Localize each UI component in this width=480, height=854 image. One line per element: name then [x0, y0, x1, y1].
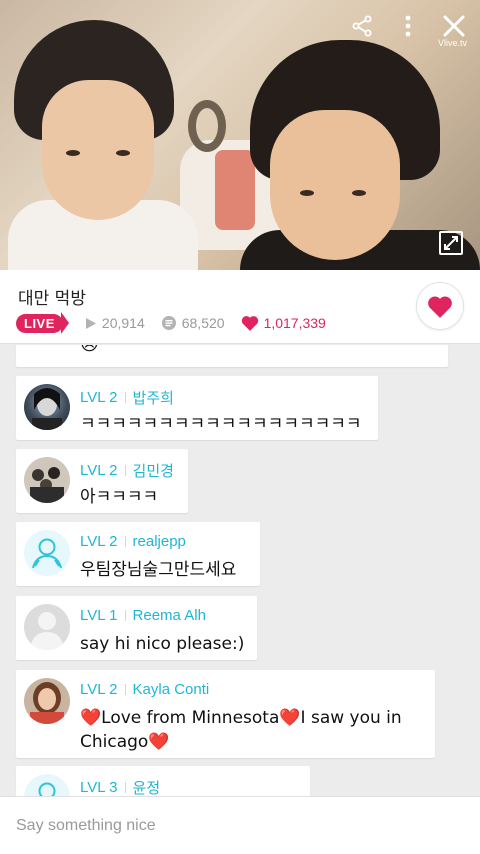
comment-input[interactable]: [0, 797, 480, 854]
default-avatar-icon[interactable]: [24, 774, 70, 796]
heart-icon: [428, 296, 452, 318]
chat-message-meta: LVL 2 Kayla Conti: [80, 681, 209, 698]
live-badge: LIVE: [16, 313, 63, 333]
avatar[interactable]: [24, 457, 70, 503]
like-button[interactable]: [416, 282, 464, 330]
chat-message-text: ㅋㅋㅋㅋㅋㅋㅋㅋㅋㅋㅋㅋㅋㅋㅋㅋㅋㅋ: [80, 414, 362, 434]
user-name[interactable]: Kayla Conti: [133, 681, 210, 698]
chat-message: LVL 3 윤정: [16, 766, 310, 796]
user-level: LVL 2: [80, 533, 118, 550]
broadcast-title: 대만 먹방: [18, 289, 86, 309]
views-stat: 20,914: [85, 315, 145, 331]
chat-message-text: say hi nico please:): [80, 634, 245, 654]
more-options-icon[interactable]: [392, 10, 424, 42]
chat-message: 😢: [16, 345, 448, 367]
default-avatar-icon[interactable]: [24, 604, 70, 650]
fullscreen-icon[interactable]: [438, 230, 464, 256]
live-badge-arrow: [60, 312, 69, 334]
chat-message-meta: LVL 2 김민경: [80, 460, 174, 481]
chat-message-meta: LVL 1 Reema Alh: [80, 607, 206, 624]
vlive-watermark: Vlive.tv: [438, 38, 468, 48]
comments-count: 68,520: [181, 315, 225, 331]
avatar[interactable]: [24, 678, 70, 724]
chat-message-text: 😢: [80, 345, 99, 357]
chat-list[interactable]: 😢 LVL 2 밥주희 ㅋㅋㅋㅋㅋㅋㅋㅋㅋㅋㅋㅋㅋㅋㅋㅋㅋㅋ LVL 2 김민경 아…: [0, 345, 480, 796]
avatar[interactable]: [24, 384, 70, 430]
chat-message: LVL 2 realjepp 우팀장님술그만드세요: [16, 522, 260, 586]
broadcast-stats: LIVE 20,914 68,520 1,017,339: [16, 312, 326, 334]
user-name[interactable]: 윤정: [133, 777, 161, 796]
default-avatar-icon[interactable]: [24, 530, 70, 576]
chat-message-meta: LVL 3 윤정: [80, 777, 160, 796]
video-background-lamp: [188, 100, 226, 152]
comments-stat: 68,520: [161, 315, 225, 331]
user-name[interactable]: Reema Alh: [133, 607, 206, 624]
user-level: LVL 1: [80, 607, 118, 624]
user-name[interactable]: realjepp: [133, 533, 186, 550]
chat-message-meta: LVL 2 realjepp: [80, 533, 186, 550]
play-icon: [85, 317, 96, 329]
chat-message-text: 아ㅋㅋㅋㅋ: [80, 487, 159, 507]
chat-message-text: 우팀장님술그만드세요: [80, 560, 237, 580]
heart-emoji-icon: ❤️: [279, 708, 301, 728]
broadcast-info-bar: 대만 먹방 LIVE 20,914 68,520 1,017,339: [0, 270, 480, 344]
live-video-player[interactable]: Vlive.tv: [0, 0, 480, 270]
user-level: LVL 2: [80, 462, 118, 479]
share-icon[interactable]: [346, 10, 378, 42]
chat-message-meta: LVL 2 밥주희: [80, 387, 174, 408]
comment-icon: [161, 316, 176, 330]
comment-input-bar: [0, 796, 480, 854]
chat-message: LVL 2 밥주희 ㅋㅋㅋㅋㅋㅋㅋㅋㅋㅋㅋㅋㅋㅋㅋㅋㅋㅋ: [16, 376, 378, 440]
heart-emoji-icon: ❤️: [80, 708, 102, 728]
user-name[interactable]: 김민경: [133, 460, 174, 481]
video-person-left: [8, 20, 198, 270]
chat-message-text: ❤️Love from Minnesota❤️I saw you in Chica…: [80, 708, 402, 752]
views-count: 20,914: [101, 315, 145, 331]
heart-emoji-icon: ❤️: [148, 732, 170, 752]
user-level: LVL 2: [80, 681, 118, 698]
user-level: LVL 2: [80, 389, 118, 406]
likes-stat: 1,017,339: [241, 315, 326, 331]
user-level: LVL 3: [80, 779, 118, 796]
chat-message: LVL 1 Reema Alh say hi nico please:): [16, 596, 257, 660]
chat-message: LVL 2 김민경 아ㅋㅋㅋㅋ: [16, 449, 188, 513]
user-name[interactable]: 밥주희: [133, 387, 174, 408]
chat-message: LVL 2 Kayla Conti ❤️Love from Minnesota❤️…: [16, 670, 435, 758]
likes-count: 1,017,339: [263, 315, 326, 331]
heart-icon: [241, 316, 258, 331]
